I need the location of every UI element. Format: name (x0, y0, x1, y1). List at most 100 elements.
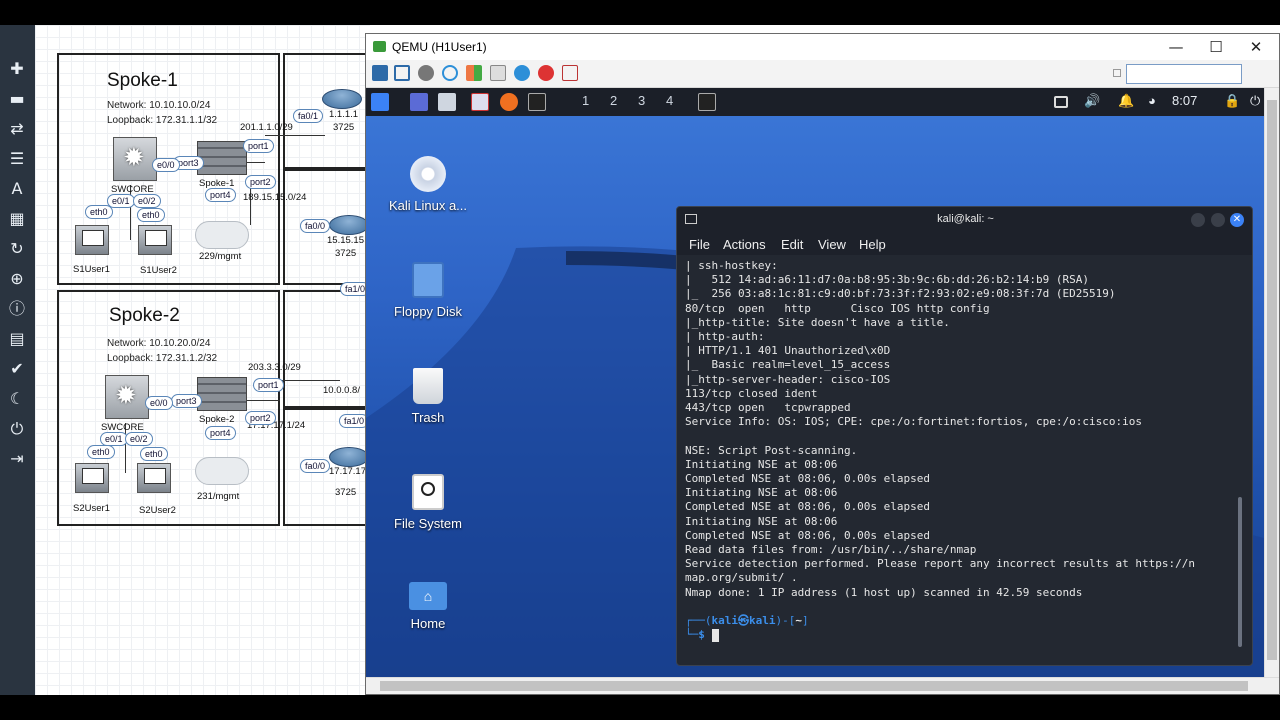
s2user1-pc[interactable] (75, 463, 109, 493)
spoke2-firewall[interactable] (197, 377, 247, 411)
qemu-toolbar (366, 60, 1279, 88)
firefox-icon[interactable] (500, 93, 518, 111)
minimize-button[interactable]: — (1156, 34, 1196, 60)
desktop-icon-filesystem[interactable]: File System (368, 474, 488, 531)
terminal-maximize-button[interactable] (1211, 213, 1225, 227)
lock-icon[interactable]: 🔒 (1224, 93, 1240, 109)
desktop-icon-trash[interactable]: Trash (368, 368, 488, 425)
power-status-icon[interactable]: ◕ (1148, 93, 1156, 108)
refresh-icon[interactable] (442, 65, 458, 81)
terminal-input-line[interactable]: └─$ (685, 628, 1240, 642)
spoke1-firewall[interactable] (197, 141, 247, 175)
terminal-close-button[interactable]: ✕ (1230, 213, 1244, 227)
qemu-titlebar[interactable]: QEMU (H1User1) — ☐ ✕ (366, 34, 1279, 60)
s2user2-pc[interactable] (137, 463, 171, 493)
download-icon[interactable] (562, 65, 578, 81)
logout-icon[interactable]: ⏻ (1250, 93, 1260, 109)
terminal-line: | ssh-hostkey: (685, 259, 778, 272)
terminal-output[interactable]: | ssh-hostkey: | 512 14:ad:a6:11:d7:0a:b8… (685, 259, 1240, 659)
exit-icon[interactable]: ⇥ (5, 447, 29, 471)
list-icon[interactable]: ☰ (5, 147, 29, 171)
menu-view[interactable]: View (818, 237, 846, 252)
router4[interactable] (329, 447, 369, 467)
windows-icon[interactable] (466, 65, 482, 81)
prompt-dir: ~ (795, 614, 802, 628)
terminal-line: |_http-title: Site doesn't have a title. (685, 315, 950, 329)
workspace-3[interactable]: 3 (638, 93, 645, 108)
home-folder-icon: ⌂ (409, 582, 447, 610)
qemu-search-input[interactable] (1126, 64, 1242, 84)
workspace-1[interactable]: 1 (582, 93, 589, 108)
terminal-task-icon[interactable] (698, 93, 716, 111)
qemu-hscroll-thumb[interactable] (380, 681, 1248, 691)
grid-icon[interactable]: ▦ (5, 207, 29, 231)
power-icon[interactable]: ⏻ (5, 417, 29, 441)
display-icon[interactable] (1054, 96, 1068, 108)
text-icon[interactable]: A (5, 177, 29, 201)
settings-icon[interactable] (418, 65, 434, 81)
menu-actions[interactable]: Actions (723, 237, 766, 252)
s1user1-pc[interactable] (75, 225, 109, 255)
workspace-2[interactable]: 2 (610, 93, 617, 108)
spoke2-mgmt-cloud[interactable] (195, 457, 249, 485)
spoke1-title: Spoke-1 (107, 70, 178, 91)
terminal-window[interactable]: kali@kali: ~ ✕ File Actions Edit View He… (676, 206, 1253, 666)
network-icon[interactable] (372, 65, 388, 81)
desktop-icon-kali-disk[interactable]: Kali Linux a... (368, 156, 488, 213)
spoke1-mgmt-label: 229/mgmt (199, 251, 242, 262)
menu-edit[interactable]: Edit (781, 237, 803, 252)
menu-file[interactable]: File (689, 237, 710, 252)
terminal-minimize-button[interactable] (1191, 213, 1205, 227)
desktop-icon-label: Kali Linux a... (388, 198, 468, 213)
refresh-icon[interactable]: ↻ (5, 237, 29, 261)
info-icon[interactable] (514, 65, 530, 81)
file-manager-icon[interactable] (438, 93, 456, 111)
text-editor-icon[interactable] (471, 93, 489, 111)
stop-icon[interactable] (538, 65, 554, 81)
spoke1-network: Network: 10.10.10.0/24 (107, 100, 211, 111)
spoke1-mgmt-cloud[interactable] (195, 221, 249, 249)
drive-icon[interactable]: ▬ (5, 87, 29, 111)
qemu-vertical-scrollbar[interactable] (1264, 88, 1279, 677)
s2user2-label: S2User2 (139, 505, 176, 516)
desktop-icon-home[interactable]: ⌂ Home (368, 582, 488, 631)
info-icon[interactable]: ⓘ (5, 297, 29, 321)
terminal-line: |_http-server-header: cisco-IOS (685, 372, 891, 386)
moon-icon[interactable]: ☾ (5, 387, 29, 411)
panel-clock[interactable]: 8:07 (1172, 93, 1197, 108)
terminal-line: Completed NSE at 08:06, 0.00s elapsed (685, 472, 931, 486)
terminal-launcher-icon[interactable] (528, 93, 546, 111)
maximize-button[interactable]: ☐ (1196, 34, 1236, 60)
prompt-user: kali (711, 614, 739, 628)
plus-icon[interactable]: ✚ (5, 57, 29, 81)
close-button[interactable]: ✕ (1236, 34, 1276, 60)
terminal-line: | http-auth: (685, 330, 765, 344)
show-desktop-icon[interactable] (410, 93, 428, 111)
notification-icon[interactable]: 🔔 (1118, 93, 1134, 109)
terminal-titlebar[interactable]: kali@kali: ~ ✕ (677, 207, 1252, 233)
s1user2-pc[interactable] (138, 225, 172, 255)
terminal-line: Completed NSE at 08:06, 0.00s elapsed (685, 500, 931, 514)
qemu-horizontal-scrollbar[interactable] (366, 677, 1279, 694)
desktop-icon-floppy[interactable]: Floppy Disk (368, 262, 488, 319)
router1[interactable] (322, 89, 362, 109)
qemu-vscroll-thumb[interactable] (1267, 100, 1277, 660)
zoom-icon[interactable]: ⊕ (5, 267, 29, 291)
spoke2-swcore[interactable] (105, 375, 149, 419)
check-icon[interactable]: ✔ (5, 357, 29, 381)
spoke1-swcore[interactable] (113, 137, 157, 181)
terminal-scrollbar[interactable] (1238, 497, 1242, 647)
topology-canvas[interactable]: Spoke-1 Network: 10.10.10.0/24 Loopback:… (35, 25, 383, 695)
kali-desktop[interactable]: 1 2 3 4 🔊 🔔 ◕ 8:07 🔒 ⏻ Kali Linux a... F… (366, 88, 1264, 677)
transfer-icon[interactable]: ⇄ (5, 117, 29, 141)
menu-help[interactable]: Help (859, 237, 886, 252)
fullscreen-icon[interactable] (394, 65, 410, 81)
router2[interactable] (329, 215, 369, 235)
volume-icon[interactable]: 🔊 (1084, 93, 1100, 109)
kali-menu-icon[interactable] (371, 93, 389, 111)
router2-model: 3725 (335, 248, 357, 259)
log-icon[interactable]: ▤ (5, 327, 29, 351)
workspace-4[interactable]: 4 (666, 93, 673, 108)
terminal-icon[interactable] (490, 65, 506, 81)
checkbox-icon[interactable] (1113, 69, 1121, 77)
